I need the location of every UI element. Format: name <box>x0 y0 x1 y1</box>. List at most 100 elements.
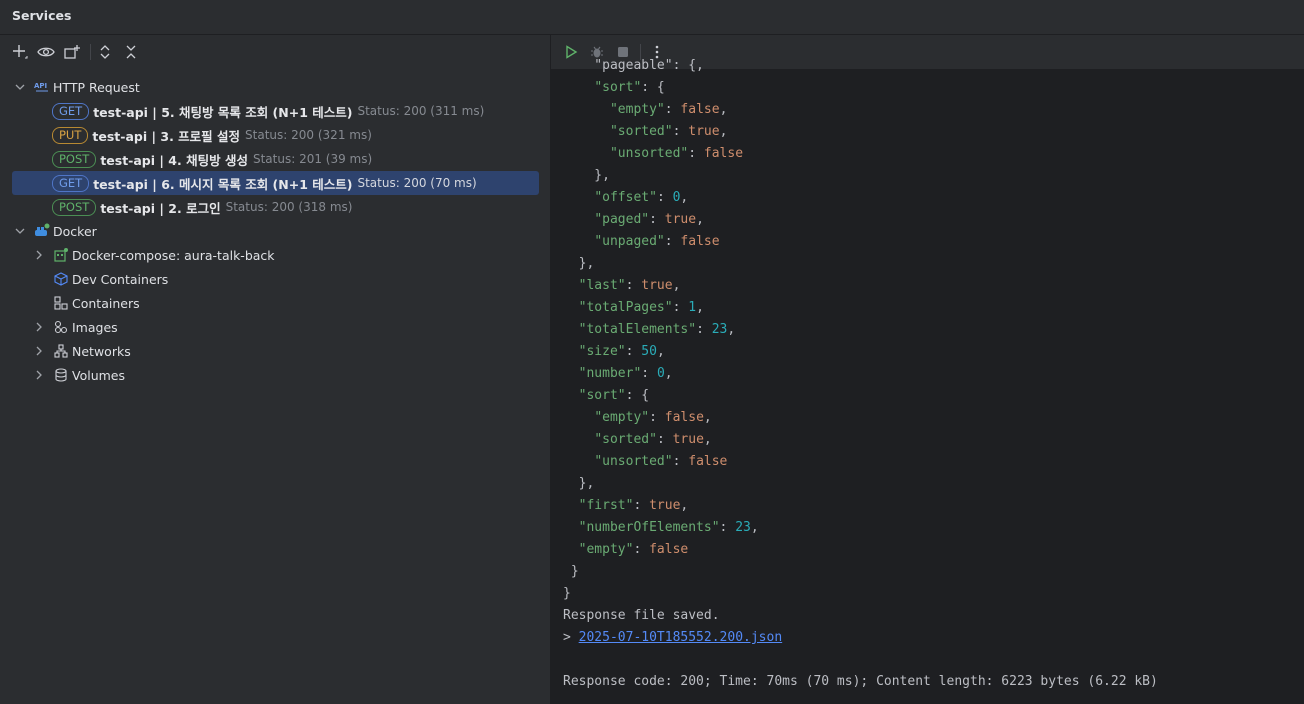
tool-window-title: Services <box>12 8 72 23</box>
output-token <box>563 278 579 293</box>
output-token: "empty" <box>594 410 650 425</box>
expand-all-icon[interactable] <box>95 43 115 61</box>
docker-item-dev-containers[interactable]: Dev Containers <box>12 267 539 291</box>
docker-item-volumes[interactable]: Volumes <box>12 363 539 387</box>
output-line: Response code: 200; Time: 70ms (70 ms); … <box>563 671 1158 693</box>
output-token: , <box>664 366 673 381</box>
output-token: false <box>664 410 704 425</box>
containers-icon <box>53 295 69 311</box>
output-line: Response file saved. <box>563 605 720 627</box>
output-token: , <box>719 124 728 139</box>
eye-icon[interactable] <box>36 43 56 61</box>
output-token: true <box>649 498 681 513</box>
output-token <box>563 146 610 161</box>
output-token: : <box>664 102 681 117</box>
output-token: : <box>641 366 657 381</box>
request-row[interactable]: POST test-api | 4. 채팅방 생성 Status: 201 (3… <box>12 147 539 171</box>
output-token: 1 <box>688 300 697 315</box>
output-line: "sort": { <box>563 77 665 99</box>
http-request-label: HTTP Request <box>53 79 140 95</box>
output-token: true <box>641 278 673 293</box>
output-token: : <box>696 322 712 337</box>
output-token: }, <box>563 256 595 271</box>
response-file-link[interactable]: 2025-07-10T185552.200.json <box>579 630 783 645</box>
output-line: "unsorted": false <box>563 451 727 473</box>
output-token <box>563 234 594 249</box>
toolbar-separator <box>90 44 91 60</box>
output-token: false <box>649 542 689 557</box>
output-token: : <box>664 234 681 249</box>
output-line: > 2025-07-10T185552.200.json <box>563 627 782 649</box>
output-token <box>563 322 579 337</box>
output-token: true <box>672 432 704 447</box>
output-token <box>563 102 610 117</box>
output-token: "offset" <box>594 190 657 205</box>
request-name: test-api | 3. 프로필 설정 <box>92 128 241 144</box>
request-row[interactable]: POST test-api | 2. 로그인 Status: 200 (318 … <box>12 195 539 219</box>
docker-item-networks[interactable]: Networks <box>12 339 539 363</box>
output-token: > <box>563 630 579 645</box>
output-token: : <box>625 278 642 293</box>
chevron-down-icon[interactable] <box>14 81 26 93</box>
database-icon <box>53 367 69 383</box>
output-token: }, <box>563 168 610 183</box>
docker-item-label: Volumes <box>72 367 126 383</box>
output-line: "numberOfElements": 23, <box>563 517 759 539</box>
output-token: "totalElements" <box>578 322 697 337</box>
request-row[interactable]: GET test-api | 5. 채팅방 목록 조회 (N+1 테스트) St… <box>12 99 539 123</box>
output-token: : <box>656 432 673 447</box>
output-line: "first": true, <box>563 495 689 517</box>
output-token: "numberOfElements" <box>578 520 720 535</box>
output-token: : <box>656 190 673 205</box>
output-token: "sorted" <box>594 432 657 447</box>
output-token: } <box>563 564 579 579</box>
output-line: "sorted": true, <box>563 121 727 143</box>
output-line: "empty": false, <box>563 407 711 429</box>
output-token <box>563 410 594 425</box>
chevron-down-icon[interactable] <box>14 225 26 237</box>
output-token: : <box>672 300 689 315</box>
docker-item-label: Docker-compose: aura-talk-back <box>72 247 275 263</box>
output-token: 23 <box>711 322 728 337</box>
docker-label: Docker <box>53 223 97 239</box>
output-token: : <box>633 542 650 557</box>
tree-node-docker[interactable]: Docker <box>12 219 539 243</box>
chevron-right-icon[interactable] <box>33 345 45 357</box>
output-token: : <box>649 410 665 425</box>
output-token <box>563 344 579 359</box>
docker-item-images[interactable]: Images <box>12 315 539 339</box>
output-token <box>563 498 579 513</box>
docker-item-label: Images <box>72 319 118 335</box>
output-line: "empty": false <box>563 539 689 561</box>
docker-item-compose[interactable]: Docker-compose: aura-talk-back <box>12 243 539 267</box>
output-token: "sorted" <box>609 124 673 139</box>
output-token: : <box>633 498 650 513</box>
output-token: "pageable": {, <box>563 58 704 73</box>
svg-text:API: API <box>34 82 47 90</box>
chevron-right-icon[interactable] <box>33 249 45 261</box>
chevron-right-icon[interactable] <box>33 321 45 333</box>
output-token: , <box>656 344 665 359</box>
docker-item-containers[interactable]: Containers <box>12 291 539 315</box>
output-token <box>563 190 594 205</box>
services-tree-panel: API HTTP Request GET test-api | 5. 채팅방 목… <box>0 35 550 704</box>
new-group-icon[interactable] <box>62 43 82 61</box>
output-token <box>563 454 594 469</box>
request-row[interactable]: PUT test-api | 3. 프로필 설정 Status: 200 (32… <box>12 123 539 147</box>
output-token: , <box>703 432 712 447</box>
output-token: false <box>680 234 720 249</box>
request-row-selected[interactable]: GET test-api | 6. 메시지 목록 조회 (N+1 테스트) St… <box>12 171 539 195</box>
output-token: : { <box>641 80 665 95</box>
request-status: Status: 200 (318 ms) <box>225 200 353 214</box>
docker-icon <box>34 223 50 239</box>
output-token: "empty" <box>609 102 665 117</box>
output-token: , <box>719 102 728 117</box>
chevron-right-icon[interactable] <box>33 369 45 381</box>
request-status: Status: 200 (311 ms) <box>357 104 485 118</box>
tree-node-http-request[interactable]: API HTTP Request <box>12 75 539 99</box>
collapse-all-icon[interactable] <box>121 43 141 61</box>
output-line: }, <box>563 473 595 495</box>
output-token: "last" <box>578 278 626 293</box>
add-service-icon[interactable] <box>10 43 30 61</box>
output-token: "size" <box>578 344 626 359</box>
